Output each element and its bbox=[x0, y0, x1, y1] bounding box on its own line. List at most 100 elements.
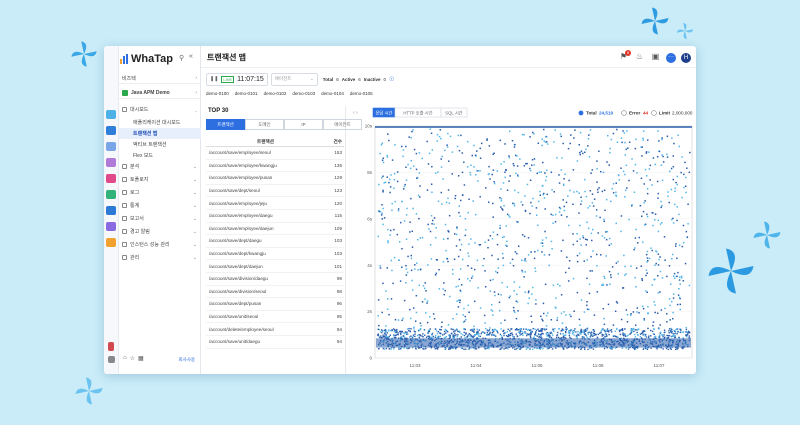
sidebar-item[interactable]: 관리 ⌄ bbox=[119, 252, 201, 263]
scatter-point bbox=[633, 327, 635, 330]
table-row[interactable]: /account/save/division/daegu 99 bbox=[206, 273, 344, 286]
scatter-point bbox=[459, 299, 461, 302]
cloud-icon[interactable] bbox=[106, 206, 116, 215]
scatter-point bbox=[500, 188, 502, 190]
sidebar-item[interactable]: 액티브 트랜잭션 bbox=[119, 139, 201, 150]
sidebar-item-label: 대시보드 bbox=[130, 107, 149, 113]
log-icon[interactable] bbox=[106, 174, 116, 183]
scatter-point bbox=[625, 347, 627, 349]
scatter-point bbox=[536, 335, 538, 337]
agent-name[interactable]: demo-0103 bbox=[292, 91, 315, 96]
top30-tab[interactable]: IP bbox=[284, 119, 323, 130]
sidebar-item[interactable]: 보고서 ⌄ bbox=[119, 213, 201, 224]
chart-tab[interactable]: 응답 시간 bbox=[372, 107, 396, 118]
scatter-point bbox=[668, 298, 671, 300]
fullscreen-icon[interactable] bbox=[108, 356, 115, 363]
table-row[interactable]: /account/save/employee/kwangju 136 bbox=[206, 160, 344, 173]
sidebar-item[interactable]: 토폴로지 ⌄ bbox=[119, 174, 201, 185]
live-clock[interactable]: ❚❚ LIVE 11:07:15 bbox=[206, 72, 268, 86]
scatter-point bbox=[641, 331, 644, 333]
sidebar-item[interactable]: 인스턴스 성능 관리 ⌄ bbox=[119, 239, 201, 250]
scatter-point bbox=[676, 206, 678, 208]
sidebar-item[interactable]: 로그 ⌄ bbox=[119, 187, 201, 198]
scatter-point bbox=[463, 328, 465, 330]
table-row[interactable]: /account/save/employee/daegu 115 bbox=[206, 210, 344, 223]
sidebar-item[interactable]: 대시보드 ‸ bbox=[119, 104, 201, 115]
scatter-point bbox=[654, 311, 656, 314]
scatter-point bbox=[596, 160, 598, 162]
paint-icon[interactable] bbox=[108, 342, 114, 351]
agent-select[interactable]: 에이전트 ⌄ bbox=[270, 72, 318, 86]
app-icon[interactable] bbox=[106, 110, 116, 119]
table-row[interactable]: /account/save/employee/daejun 109 bbox=[206, 223, 344, 236]
table-row[interactable]: /account/save/employee/pusan 129 bbox=[206, 172, 344, 185]
chart-tab[interactable]: SQL 시간 bbox=[440, 107, 468, 118]
agent-name[interactable]: demo-0102 bbox=[264, 91, 287, 96]
scatter-point bbox=[392, 328, 395, 330]
table-row[interactable]: /account/save/dept/daegu 103 bbox=[206, 235, 344, 248]
scatter-point bbox=[385, 347, 388, 350]
table-row[interactable]: /account/save/unit/seoul 95 bbox=[206, 311, 344, 324]
scatter-point bbox=[584, 151, 586, 154]
scatter-point bbox=[534, 250, 536, 253]
table-row[interactable]: /account/save/dept/kwangju 103 bbox=[206, 248, 344, 261]
agent-name[interactable]: demo-0101 bbox=[235, 91, 258, 96]
footer-link[interactable]: 회사사용 bbox=[178, 357, 195, 363]
project-selector[interactable]: Java APM Demo › bbox=[119, 88, 201, 99]
scatter-point bbox=[588, 134, 590, 136]
k8s-icon[interactable] bbox=[106, 142, 116, 151]
sidebar-item[interactable]: 애플리케이션 대시보드 bbox=[119, 117, 201, 128]
scatter-point bbox=[493, 291, 496, 293]
top30-tab[interactable]: 트랜잭션 bbox=[206, 119, 245, 130]
section-selector[interactable]: 비즈텍 › bbox=[119, 73, 201, 84]
scatter-point bbox=[591, 169, 594, 171]
scatter-chart[interactable]: ‹ › 응답 시간 HTTP 호출 시간 SQL 시간 Total 24,519 Error… bbox=[351, 106, 696, 374]
shield-icon[interactable]: ☉ bbox=[389, 76, 394, 83]
scatter-point bbox=[484, 241, 486, 243]
network-icon[interactable] bbox=[106, 222, 116, 231]
sidebar-item[interactable]: 경고 알림 ⌄ bbox=[119, 226, 201, 237]
more-icon[interactable]: ··· bbox=[666, 53, 676, 63]
scatter-point bbox=[677, 271, 679, 274]
agent-name[interactable]: demo-0105 bbox=[350, 91, 373, 96]
scatter-point bbox=[535, 207, 538, 209]
top30-tab[interactable]: 도메인 bbox=[245, 119, 284, 130]
table-row[interactable]: /account/save/unit/daegu 94 bbox=[206, 336, 344, 349]
chart-tab[interactable]: HTTP 호출 시간 bbox=[394, 107, 442, 118]
sidebar-item[interactable]: 트랜잭션 맵 bbox=[119, 128, 201, 139]
pause-icon[interactable]: ❚❚ bbox=[210, 76, 218, 82]
table-row[interactable]: /account/save/employee/seoul 153 bbox=[206, 147, 344, 160]
grid-icon[interactable]: ▦ bbox=[138, 355, 144, 362]
scatter-point bbox=[663, 329, 666, 331]
scatter-point bbox=[444, 223, 447, 226]
table-row[interactable]: /account/delete/employee/seoul 94 bbox=[206, 323, 344, 336]
sidebar-item[interactable]: 분석 ⌄ bbox=[119, 161, 201, 172]
bell-icon[interactable]: ♨ bbox=[635, 53, 644, 61]
table-row[interactable]: /account/save/dept/pusan 96 bbox=[206, 298, 344, 311]
table-row[interactable]: /account/save/dept/daejun 101 bbox=[206, 260, 344, 273]
search-icon[interactable]: ⚲ bbox=[179, 54, 184, 62]
sidebar-item[interactable]: Flex 보드 bbox=[119, 150, 201, 161]
scatter-point bbox=[501, 252, 504, 255]
table-row[interactable]: /account/save/employee/jeju 120 bbox=[206, 197, 344, 210]
home-icon[interactable]: ⌂ bbox=[123, 355, 127, 362]
collapse-icon[interactable]: « bbox=[189, 53, 193, 60]
table-row[interactable]: /account/save/division/seoul 98 bbox=[206, 286, 344, 299]
nav-arrows-icon[interactable]: ‹ › bbox=[353, 110, 358, 116]
server-icon[interactable] bbox=[106, 126, 116, 135]
scatter-point bbox=[622, 332, 624, 334]
scatter-point bbox=[625, 164, 628, 167]
agent-name[interactable]: demo-0104 bbox=[321, 91, 344, 96]
agent-name[interactable]: demo-0100 bbox=[206, 91, 229, 96]
star-icon[interactable]: ☆ bbox=[130, 355, 135, 362]
scatter-point bbox=[576, 160, 579, 162]
browser-icon[interactable] bbox=[106, 190, 116, 199]
avatar[interactable]: H bbox=[681, 53, 691, 63]
db-icon[interactable] bbox=[106, 158, 116, 167]
scatter-point bbox=[381, 311, 383, 314]
mobile-icon[interactable] bbox=[106, 238, 116, 247]
calendar-icon[interactable]: ▣ bbox=[651, 53, 660, 61]
scatter-point bbox=[541, 239, 544, 241]
sidebar-item[interactable]: 통계 ⌄ bbox=[119, 200, 201, 211]
table-row[interactable]: /account/save/dept/seoul 123 bbox=[206, 185, 344, 198]
